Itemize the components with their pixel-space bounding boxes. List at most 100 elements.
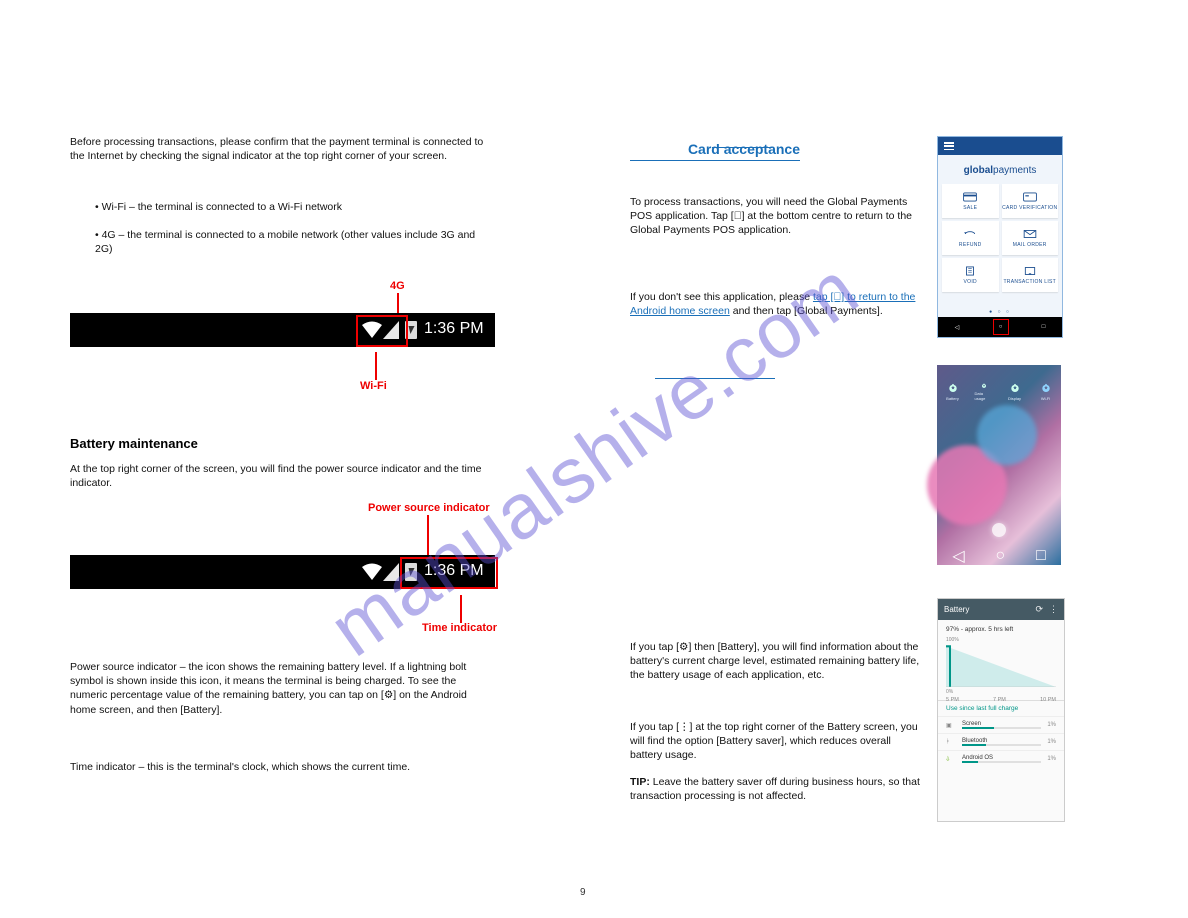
tip-text: Leave the battery saver off during busin… (630, 776, 920, 802)
tile-refund-label: REFUND (959, 242, 982, 248)
page-dots: ● ○ ○ (938, 309, 1062, 315)
status-bar-screenshot-2: 1:36 PM (70, 555, 495, 589)
leader-time (460, 595, 462, 623)
overflow-icon[interactable]: ⋮ (1049, 604, 1058, 615)
battery-row-screen[interactable]: ▣ Screen 1% (938, 716, 1064, 733)
hamburger-icon[interactable] (944, 142, 954, 150)
tile-sale[interactable]: SALE (942, 184, 999, 218)
status-time: 1:36 PM (424, 320, 484, 338)
x3: 10 PM (1040, 697, 1056, 703)
screen-icon: ▣ (946, 722, 956, 729)
phone-gp-app: globalpayments SALE CARD VERIFICATION RE… (937, 136, 1063, 338)
redbox-power-time (400, 557, 498, 589)
battery-title: Battery (944, 605, 969, 614)
label-4g: 4G (390, 280, 405, 292)
redbox-wifi-4g (356, 315, 408, 347)
battery-sub: 97% - approx. 5 hrs left (946, 626, 1056, 633)
heading-rule-top (712, 147, 772, 148)
p-card-acceptance-2: To process transactions, you will need t… (630, 195, 920, 238)
tile-void-label: VOID (964, 279, 977, 285)
heading-battery-maintenance: Battery maintenance (70, 435, 198, 453)
bluetooth-icon: ᚼ (946, 739, 956, 745)
battery-row-os[interactable]: ⍙ Android OS 1% (938, 750, 1064, 767)
home-shortcut-data-label: Data usage (975, 391, 993, 401)
logo-bold: global (964, 165, 993, 176)
cell-signal-icon-2 (383, 563, 399, 581)
label-wifi: Wi-Fi (360, 380, 387, 392)
li-wifi: • Wi-Fi – the terminal is connected to a… (95, 200, 495, 214)
nav-back-icon[interactable]: ◁ (955, 324, 960, 331)
battery-note-3: TIP: Leave the battery saver off during … (630, 775, 920, 803)
page-number: 9 (580, 887, 586, 898)
label-power: Power source indicator (368, 502, 490, 514)
home-app-drawer-icon[interactable] (992, 523, 1006, 537)
p-card-acceptance-3: If you don't see this application, pleas… (630, 290, 920, 318)
li-4g: • 4G – the terminal is connected to a mo… (95, 228, 495, 256)
home-shortcut-wifi[interactable]: Wi-Fi (1037, 383, 1055, 401)
intro-paragraph: Before processing transactions, please c… (70, 135, 495, 163)
row-os-label: Android OS (962, 755, 993, 761)
tile-card-verification[interactable]: CARD VERIFICATION (1002, 184, 1059, 218)
bolt-icon (407, 326, 414, 334)
x-axis: 5 PM 7 PM 10 PM (946, 695, 1056, 703)
phone-battery-screen: Battery ⟳ ⋮ 97% - approx. 5 hrs left 100… (937, 598, 1065, 822)
heading-rule (630, 160, 800, 161)
home-shortcut-battery-label: Battery (946, 396, 959, 401)
tile-mail-order[interactable]: MAIL ORDER (1002, 221, 1059, 255)
battery-note-2: If you tap [⋮] at the top right corner o… (630, 720, 920, 763)
android-navbar: ◁ ○ □ (938, 317, 1062, 337)
home-shortcut-display-label: Display (1008, 396, 1021, 401)
tile-cardv-label: CARD VERIFICATION (1002, 205, 1057, 211)
tile-void[interactable]: VOID (942, 258, 999, 292)
nav-recents-icon-2[interactable]: □ (1036, 547, 1046, 565)
row-bt-pct: 1% (1047, 739, 1056, 745)
refresh-icon[interactable]: ⟳ (1035, 604, 1043, 615)
nav-home-icon: ○ (999, 324, 1003, 330)
app-logo: globalpayments (938, 155, 1062, 184)
wifi-icon-2 (362, 563, 382, 581)
p-time-indicator: Time indicator – this is the terminal's … (70, 760, 495, 774)
battery-section: Use since last full charge (938, 701, 1064, 716)
gear-icon: [⚙] (381, 689, 396, 701)
p3-lead: If you don't see this application, pleas… (630, 291, 810, 303)
phone-android-home: Battery Data usage Display Wi-Fi ◁ ○ □ (937, 365, 1061, 565)
battery-header: Battery ⟳ ⋮ (938, 599, 1064, 620)
tile-txn-label: TRANSACTION LIST (1003, 279, 1056, 285)
battery-row-bluetooth[interactable]: ᚼ Bluetooth 1% (938, 733, 1064, 750)
row-screen-label: Screen (962, 721, 981, 727)
tip-label: TIP: (630, 776, 653, 788)
status-bar-screenshot-1: 1:36 PM (70, 313, 495, 347)
home-shortcut-display[interactable]: Display (1006, 383, 1024, 401)
android-icon: ⍙ (946, 756, 956, 763)
nav-recents-icon[interactable]: □ (1042, 324, 1046, 330)
p-power-indicator: Power source indicator – the icon shows … (70, 660, 495, 717)
li-4g-text: 4G – the terminal is connected to a mobi… (95, 229, 475, 255)
app-topbar (938, 137, 1062, 155)
tile-mail-label: MAIL ORDER (1013, 242, 1047, 248)
leader-4g (397, 293, 399, 313)
home-shortcut-battery[interactable]: Battery (944, 383, 962, 401)
row-screen-pct: 1% (1047, 722, 1056, 728)
android-navbar-2: ◁ ○ □ (937, 547, 1061, 565)
tile-sale-label: SALE (963, 205, 977, 211)
battery-graph-svg (946, 643, 1056, 687)
p-battery-1: At the top right corner of the screen, y… (70, 462, 495, 490)
x2: 7 PM (993, 697, 1006, 703)
wallpaper-blob-2 (977, 405, 1037, 465)
battery-note-1: If you tap [⚙] then [Battery], you will … (630, 640, 920, 683)
battery-graph: 97% - approx. 5 hrs left 100% 0% 5 PM 7 … (938, 620, 1064, 701)
leader-power (427, 515, 429, 555)
label-time: Time indicator (422, 622, 497, 634)
home-shortcut-wifi-label: Wi-Fi (1041, 396, 1050, 401)
nav-back-icon-2[interactable]: ◁ (952, 546, 964, 566)
row-bt-label: Bluetooth (962, 738, 987, 744)
nav-home-icon-2[interactable]: ○ (995, 547, 1005, 565)
rule-mid (655, 378, 775, 379)
nav-home-highlight[interactable]: ○ (993, 319, 1009, 335)
p3b: and then tap [Global Payments]. (733, 305, 883, 317)
tile-transaction-list[interactable]: TRANSACTION LIST (1002, 258, 1059, 292)
tile-refund[interactable]: REFUND (942, 221, 999, 255)
home-shortcut-data[interactable]: Data usage (975, 383, 993, 401)
leader-wifi (375, 352, 377, 380)
logo-light: payments (993, 165, 1036, 176)
